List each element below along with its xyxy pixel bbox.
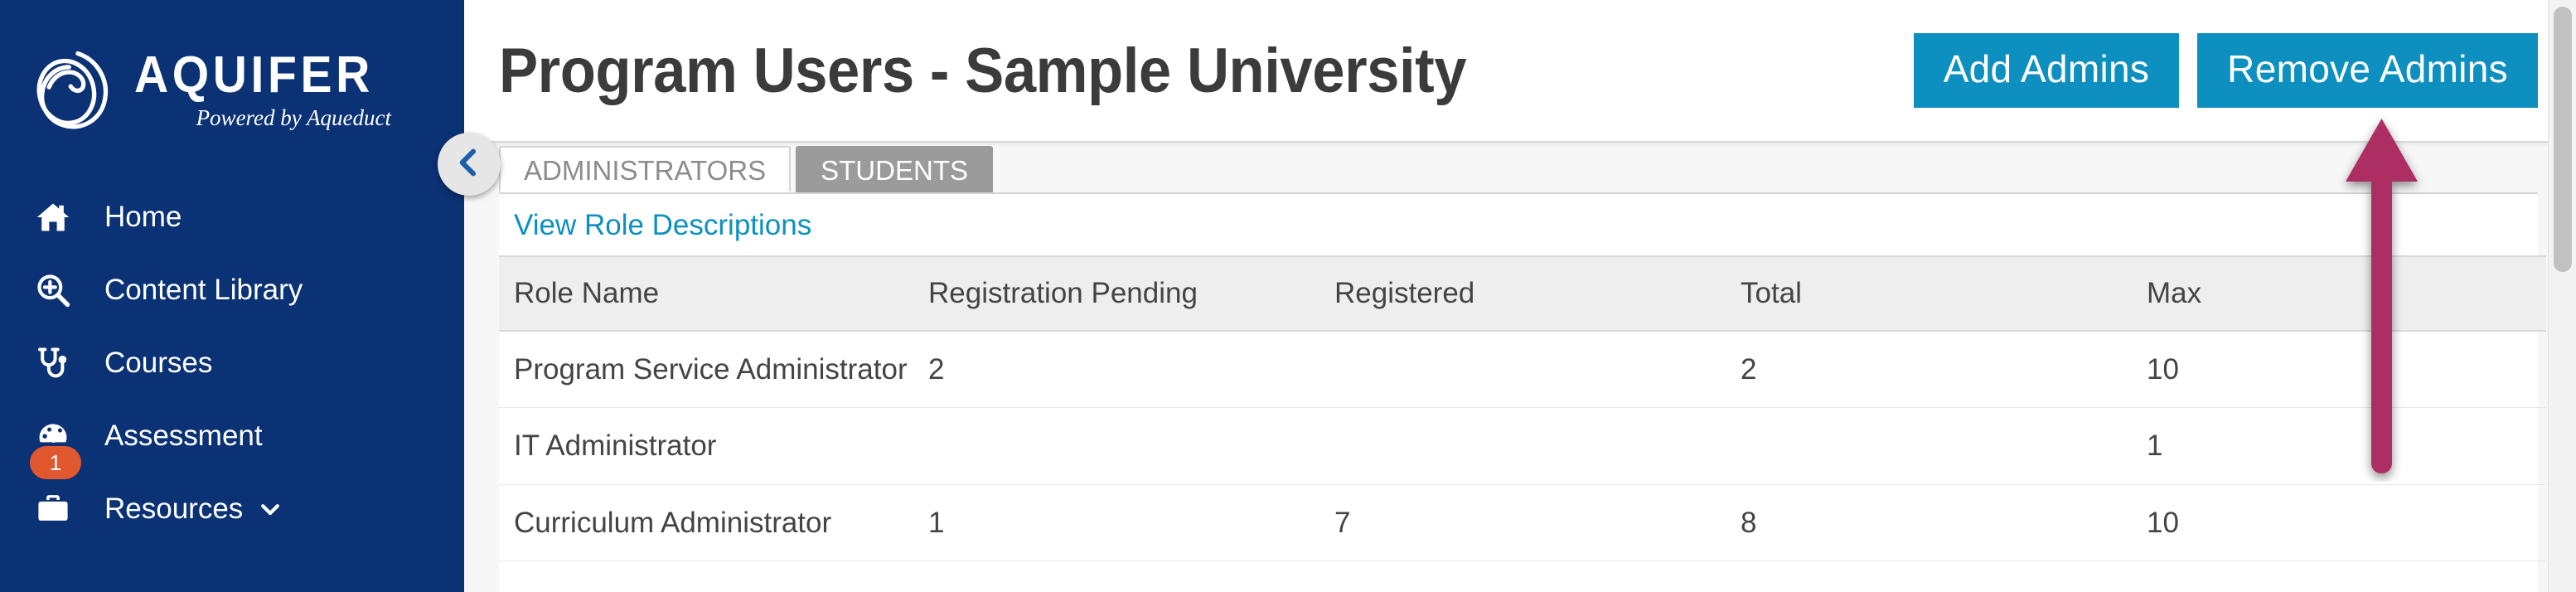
home-icon [31, 199, 75, 235]
sidebar-nav: Home Content Library Courses Assessment … [0, 181, 464, 546]
cell-role-name: Program Service Administrator [499, 331, 913, 409]
vertical-scrollbar[interactable] [2548, 0, 2576, 592]
sidebar-item-assessment[interactable]: Assessment 1 [0, 400, 464, 479]
tab-bar: ADMINISTRATORS STUDENTS [464, 143, 2576, 192]
table-body: Program Service Administrator 2 2 10 IT … [499, 331, 2546, 561]
column-header-registered[interactable]: Registered [1319, 255, 1726, 332]
header-actions: Add Admins Remove Admins [1913, 33, 2538, 108]
page-header: Program Users - Sample University Add Ad… [464, 0, 2576, 143]
table-row[interactable]: Program Service Administrator 2 2 10 [499, 331, 2546, 409]
sidebar-item-label: Resources [104, 493, 244, 525]
remove-admins-button[interactable]: Remove Admins [2197, 33, 2538, 108]
briefcase-icon [31, 491, 75, 527]
cell-total: 2 [1726, 331, 2132, 409]
cell-role-name: Curriculum Administrator [499, 484, 913, 561]
tab-students[interactable]: STUDENTS [796, 146, 993, 192]
page-title: Program Users - Sample University [499, 35, 1467, 106]
app-root: AQUIFER Powered by Aqueduct Home Content… [0, 0, 2576, 592]
cell-registered: 7 [1319, 484, 1726, 561]
column-header-total[interactable]: Total [1726, 255, 2132, 332]
cell-registration-pending: 1 [913, 484, 1319, 561]
tab-panel-administrators: View Role Descriptions Role Name Registr… [499, 192, 2546, 592]
stethoscope-icon [31, 345, 75, 381]
cell-total [1726, 407, 2132, 485]
cell-registration-pending [913, 407, 1319, 485]
cell-max: 1 [2132, 407, 2546, 485]
main-content: Program Users - Sample University Add Ad… [464, 0, 2576, 592]
column-header-registration-pending[interactable]: Registration Pending [913, 255, 1319, 332]
chevron-left-icon [453, 146, 486, 183]
cell-registered [1319, 331, 1726, 409]
cell-role-name: IT Administrator [499, 407, 913, 485]
cell-total: 8 [1726, 484, 2132, 561]
aquifer-loop-logo-icon [28, 42, 124, 138]
tab-administrators[interactable]: ADMINISTRATORS [499, 146, 792, 192]
cell-max: 10 [2132, 331, 2546, 409]
view-role-descriptions-link[interactable]: View Role Descriptions [499, 194, 811, 255]
sidebar-item-label: Content Library [104, 274, 303, 306]
table-header-row: Role Name Registration Pending Registere… [499, 255, 2546, 332]
sidebar: AQUIFER Powered by Aqueduct Home Content… [0, 0, 464, 592]
sidebar-item-resources[interactable]: Resources [0, 473, 464, 546]
sidebar-item-label: Courses [104, 347, 213, 379]
cell-max: 10 [2132, 484, 2546, 561]
table-header: Role Name Registration Pending Registere… [499, 255, 2546, 332]
search-plus-icon [31, 272, 75, 308]
brand-name: AQUIFER [134, 46, 374, 104]
sidebar-item-courses[interactable]: Courses [0, 327, 464, 400]
column-header-max[interactable]: Max [2132, 255, 2546, 332]
scrollbar-thumb[interactable] [2554, 7, 2572, 272]
table-row[interactable]: Curriculum Administrator 1 7 8 10 [499, 484, 2546, 561]
sidebar-item-home[interactable]: Home [0, 181, 464, 254]
cell-registered [1319, 407, 1726, 485]
sidebar-collapse-button[interactable] [438, 133, 501, 196]
chevron-down-icon [258, 497, 283, 522]
sidebar-item-label: Home [104, 201, 182, 233]
add-admins-button[interactable]: Add Admins [1913, 33, 2180, 108]
cell-registration-pending: 2 [913, 331, 1319, 409]
brand-text: AQUIFER Powered by Aqueduct [134, 50, 395, 131]
brand-logo[interactable]: AQUIFER Powered by Aqueduct [0, 0, 464, 158]
sidebar-item-content-library[interactable]: Content Library [0, 254, 464, 327]
brand-tagline: Powered by Aqueduct [196, 105, 391, 131]
table-row[interactable]: IT Administrator 1 [499, 407, 2546, 485]
column-header-role-name[interactable]: Role Name [499, 255, 913, 332]
program-users-table: Role Name Registration Pending Registere… [499, 255, 2546, 561]
sidebar-item-label: Assessment [104, 420, 263, 452]
